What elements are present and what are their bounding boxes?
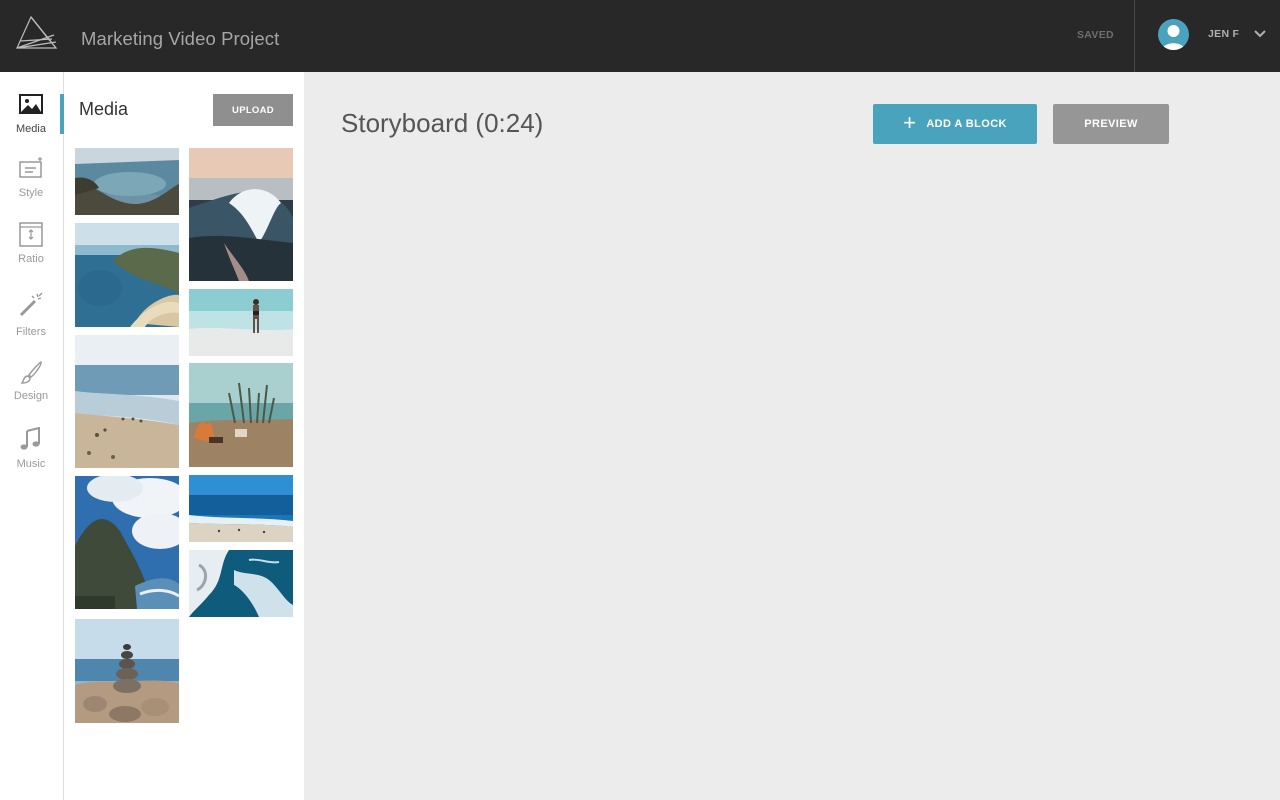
rail-item-design[interactable]: Design bbox=[0, 360, 62, 420]
image-icon bbox=[19, 94, 43, 114]
rail-item-media[interactable]: Media bbox=[0, 92, 62, 152]
upload-button[interactable]: UPLOAD bbox=[213, 94, 293, 126]
rail-label: Style bbox=[18, 187, 44, 199]
user-name: JEN F bbox=[1208, 28, 1240, 40]
media-thumbnail-aerial-surf[interactable] bbox=[189, 550, 293, 617]
media-thumbnail-person-in-shallow-water[interactable] bbox=[189, 289, 293, 356]
add-block-button[interactable]: + ADD A BLOCK bbox=[873, 104, 1037, 144]
media-thumbnail-stone-cairn[interactable] bbox=[75, 619, 179, 723]
ratio-icon bbox=[19, 222, 43, 247]
tool-rail: Media Style Ratio Filters Design Music bbox=[0, 72, 64, 800]
rail-label: Music bbox=[16, 458, 46, 470]
rail-label: Filters bbox=[16, 326, 46, 338]
brush-icon bbox=[20, 361, 42, 384]
rail-item-music[interactable]: Music bbox=[0, 427, 62, 487]
style-icon bbox=[19, 157, 42, 178]
preview-button[interactable]: PREVIEW bbox=[1053, 104, 1169, 144]
media-thumbnail-breaking-wave[interactable] bbox=[189, 148, 293, 281]
media-thumbnail-coastal-cove[interactable] bbox=[75, 148, 179, 215]
music-note-icon bbox=[20, 427, 40, 450]
magic-wand-icon bbox=[19, 292, 43, 317]
rail-label: Ratio bbox=[18, 253, 44, 265]
chevron-down-icon bbox=[1254, 30, 1266, 38]
storyboard-title: Storyboard (0:24) bbox=[341, 108, 544, 138]
add-block-label: ADD A BLOCK bbox=[926, 118, 1007, 130]
avatar bbox=[1158, 19, 1189, 50]
rail-label: Media bbox=[16, 123, 46, 135]
rail-item-filters[interactable]: Filters bbox=[0, 292, 62, 352]
media-thumbnail-beach-campfire[interactable] bbox=[189, 363, 293, 467]
user-menu[interactable]: JEN F bbox=[1135, 0, 1280, 72]
logo-icon[interactable] bbox=[16, 15, 58, 51]
media-thumbnail-cliff-and-beach[interactable] bbox=[75, 223, 179, 327]
rail-item-style[interactable]: Style bbox=[0, 156, 62, 216]
plus-icon: + bbox=[903, 110, 917, 135]
media-thumbnail-crowded-beach[interactable] bbox=[75, 335, 179, 468]
rail-label: Design bbox=[13, 390, 49, 402]
media-panel: Media UPLOAD bbox=[64, 72, 304, 800]
panel-title: Media bbox=[79, 99, 129, 119]
project-title[interactable]: Marketing Video Project bbox=[81, 28, 279, 50]
save-status: SAVED bbox=[1077, 29, 1114, 41]
media-thumbnail-rocky-mountain-clouds[interactable] bbox=[75, 476, 179, 609]
media-thumbnail-blue-ocean-shore[interactable] bbox=[189, 475, 293, 542]
top-bar: Marketing Video Project SAVED JEN F bbox=[0, 0, 1280, 72]
rail-item-ratio[interactable]: Ratio bbox=[0, 222, 62, 282]
